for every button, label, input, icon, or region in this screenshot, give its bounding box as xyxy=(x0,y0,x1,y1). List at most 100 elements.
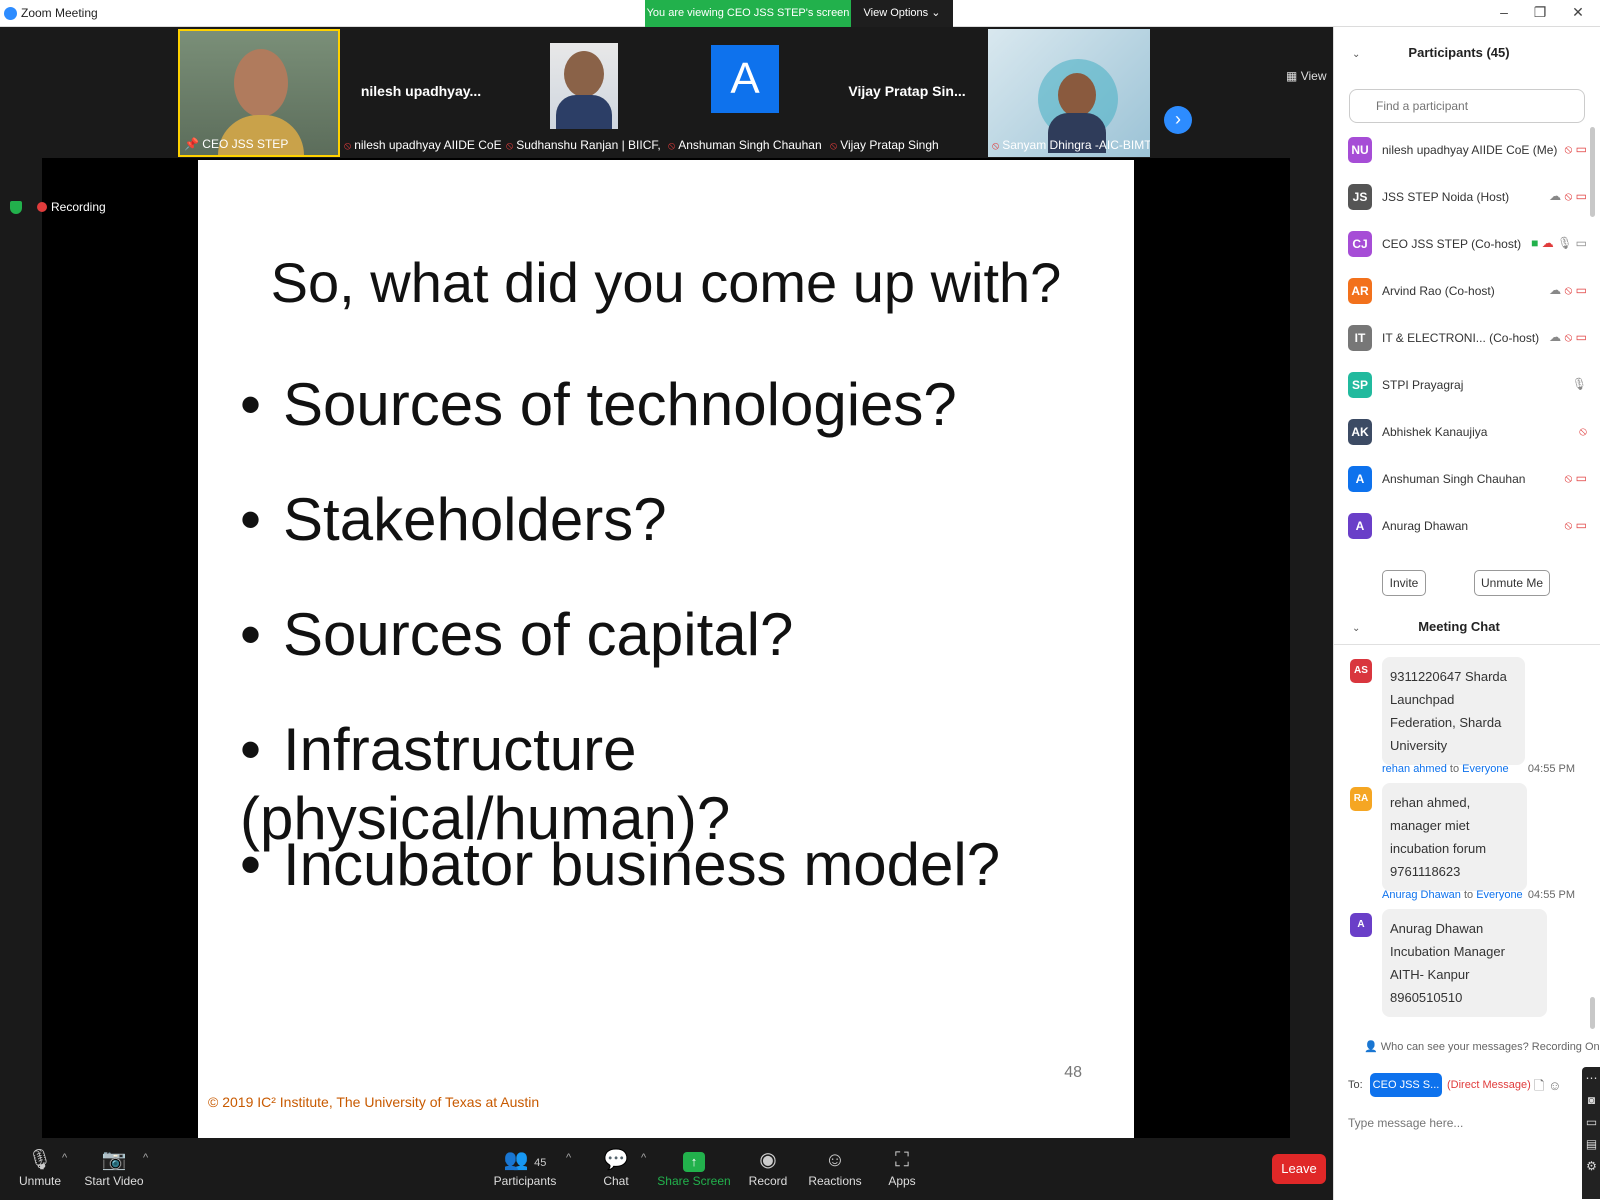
invite-button[interactable]: Invite xyxy=(1382,570,1426,596)
whiteboard-icon[interactable]: ▤ xyxy=(1582,1133,1600,1155)
mic-muted-icon: ⦸ xyxy=(506,140,514,152)
minimize-button[interactable]: – xyxy=(1494,4,1514,20)
close-button[interactable]: ✕ xyxy=(1568,4,1588,21)
recipient-dropdown[interactable]: CEO JSS S... ⌄ xyxy=(1370,1073,1442,1115)
unmute-button[interactable]: 🎙 Unmute xyxy=(0,1146,80,1188)
mic-muted-icon: ⦸ xyxy=(1564,189,1573,203)
cloud-record-icon: ☁ xyxy=(1549,189,1562,203)
chat-time: 04:55 PM xyxy=(1527,763,1575,775)
unmute-label: Unmute xyxy=(18,1174,62,1188)
video-tile[interactable]: A ⦸ Anshuman Singh Chauhan xyxy=(664,29,826,157)
video-off-icon: ▭ xyxy=(1575,471,1587,485)
chat-recipient[interactable]: Everyone xyxy=(1476,889,1522,901)
participant-row[interactable]: NU nilesh upadhyay AIIDE CoE (Me) ⦸ ▭ xyxy=(1346,131,1591,171)
video-tile[interactable]: ⦸ Sanyam Dhingra -AIC-BIMT... xyxy=(988,29,1150,157)
chat-sender: rehan ahmed to Everyone xyxy=(1382,763,1509,775)
panel-divider xyxy=(1334,644,1600,645)
participant-row[interactable]: A Anshuman Singh Chauhan ⦸ ▭ xyxy=(1346,460,1591,500)
tile-name: ⦸ Sanyam Dhingra -AIC-BIMT... xyxy=(992,138,1150,152)
apps-button[interactable]: ⛶ Apps xyxy=(862,1146,942,1188)
video-off-icon: ▭ xyxy=(1575,142,1587,156)
title-bar: Zoom Meeting You are viewing CEO JSS STE… xyxy=(0,0,1600,27)
participant-status-icons: ☁ ⦸ ▭ xyxy=(1549,330,1587,345)
view-button[interactable]: ▦ View xyxy=(1286,69,1326,83)
participants-scrollbar[interactable] xyxy=(1590,127,1595,217)
slide-bullet: Incubator business model? xyxy=(240,830,1000,899)
participant-row[interactable]: CJ CEO JSS STEP (Co-host) ■ ☁ 🎙 ▭ xyxy=(1346,225,1591,265)
camera-icon[interactable]: ◙ xyxy=(1582,1089,1600,1111)
avatar: A xyxy=(1350,913,1372,937)
video-off-icon: ▭ xyxy=(1575,283,1587,297)
people-icon: 👤 xyxy=(1364,1041,1378,1053)
avatar: SP xyxy=(1348,372,1372,398)
participant-row[interactable]: JS JSS STEP Noida (Host) ☁ ⦸ ▭ xyxy=(1346,178,1591,218)
avatar: JS xyxy=(1348,184,1372,210)
tile-name: ⦸ Vijay Pratap Singh xyxy=(830,138,939,152)
security-shield-icon[interactable] xyxy=(10,201,22,214)
video-tile[interactable]: Vijay Pratap Sin... ⦸ Vijay Pratap Singh xyxy=(826,29,988,157)
avatar: A xyxy=(711,45,779,113)
participant-row[interactable]: AR Arvind Rao (Co-host) ☁ ⦸ ▭ xyxy=(1346,272,1591,312)
recording-dot-icon xyxy=(37,202,47,212)
recording-indicator[interactable]: Recording xyxy=(37,200,106,214)
settings-gear-icon[interactable]: ⚙ xyxy=(1582,1155,1600,1177)
participant-row[interactable]: AK Abhishek Kanaujiya ⦸ xyxy=(1346,413,1591,453)
video-tile[interactable]: ⦸ Sudhanshu Ranjan | BIICF, J... xyxy=(502,29,664,157)
chat-recipient[interactable]: Everyone xyxy=(1462,763,1508,775)
unmute-me-button[interactable]: Unmute Me xyxy=(1474,570,1550,596)
start-video-button[interactable]: 📷 Start Video xyxy=(74,1146,154,1188)
participants-label: Participants xyxy=(493,1174,557,1188)
participants-count: 45 xyxy=(534,1157,547,1169)
tile-center-name: nilesh upadhyay... xyxy=(360,83,482,99)
mic-muted-icon: ⦸ xyxy=(668,140,676,152)
emoji-icon[interactable]: ☺ xyxy=(1548,1078,1561,1093)
avatar: AK xyxy=(1348,419,1372,445)
chat-bubble: 9311220647 Sharda Launchpad Federation, … xyxy=(1382,657,1525,765)
avatar: AR xyxy=(1348,278,1372,304)
video-off-icon: 📷 xyxy=(101,1149,127,1171)
apps-label: Apps xyxy=(888,1174,916,1188)
chat-sender-name[interactable]: Anurag Dhawan xyxy=(1382,889,1461,901)
participant-name: nilesh upadhyay AIIDE CoE (Me) xyxy=(1382,143,1558,157)
slide-bullet: Sources of capital? xyxy=(240,600,793,669)
video-icon[interactable]: ▭ xyxy=(1582,1111,1600,1133)
participant-row[interactable]: A Anurag Dhawan ⦸ ▭ xyxy=(1346,507,1591,547)
participants-button[interactable]: 👥 45 Participants xyxy=(485,1146,565,1188)
mic-muted-icon: ⦸ xyxy=(830,140,838,152)
video-tile[interactable]: nilesh upadhyay... ⦸ nilesh upadhyay AIID… xyxy=(340,29,502,157)
chat-header: Meeting Chat xyxy=(1418,619,1500,634)
audio-options-caret-icon[interactable]: ^ xyxy=(62,1152,67,1164)
participant-status-icons: ⦸ ▭ xyxy=(1564,142,1587,157)
video-tile[interactable]: 📌 CEO JSS STEP xyxy=(178,29,340,157)
view-options-button[interactable]: View Options ⌄ xyxy=(851,0,953,27)
participant-name: Abhishek Kanaujiya xyxy=(1382,425,1488,439)
mic-muted-icon: ⦸ xyxy=(1564,330,1573,344)
recording-label: Recording xyxy=(51,200,106,214)
tile-name: ⦸ Sudhanshu Ranjan | BIICF, J... xyxy=(506,138,664,152)
file-icon[interactable]: 🗋 xyxy=(1534,1078,1544,1093)
participants-icon: 👥 45 xyxy=(503,1149,547,1171)
participant-row[interactable]: IT IT & ELECTRONI... (Co-host) ☁ ⦸ ▭ xyxy=(1346,319,1591,359)
participant-status-icons: 🎙 xyxy=(1572,377,1587,391)
video-options-caret-icon[interactable]: ^ xyxy=(143,1152,148,1164)
leave-button[interactable]: Leave xyxy=(1272,1154,1326,1184)
screen-share-banner: You are viewing CEO JSS STEP's screen xyxy=(645,0,851,27)
avatar: A xyxy=(1348,513,1372,539)
participants-caret-icon[interactable]: ^ xyxy=(566,1152,571,1164)
chat-caret-icon[interactable]: ^ xyxy=(641,1152,646,1164)
chat-message-input[interactable] xyxy=(1348,1109,1568,1137)
next-page-arrow-icon[interactable]: › xyxy=(1164,106,1192,134)
maximize-button[interactable]: ❐ xyxy=(1530,4,1550,21)
participant-search-input[interactable] xyxy=(1349,89,1585,123)
chat-tools: 🗋 ☺ xyxy=(1534,1077,1561,1099)
apps-icon: ⛶ xyxy=(895,1149,909,1171)
share-screen-button[interactable]: ↑ Share Screen xyxy=(654,1146,734,1188)
participant-row[interactable]: SP STPI Prayagraj 🎙 xyxy=(1346,366,1591,406)
chat-scrollbar[interactable] xyxy=(1590,997,1595,1029)
more-icon[interactable]: ⋯ xyxy=(1582,1067,1600,1089)
tile-name: ⦸ nilesh upadhyay AIIDE CoE xyxy=(344,138,502,152)
chat-sender-name[interactable]: rehan ahmed xyxy=(1382,763,1447,775)
who-can-see-link[interactable]: 👤 Who can see your messages? Recording O… xyxy=(1364,1040,1600,1053)
video-off-icon: ▭ xyxy=(1575,330,1587,344)
window-title: Zoom Meeting xyxy=(21,6,98,20)
